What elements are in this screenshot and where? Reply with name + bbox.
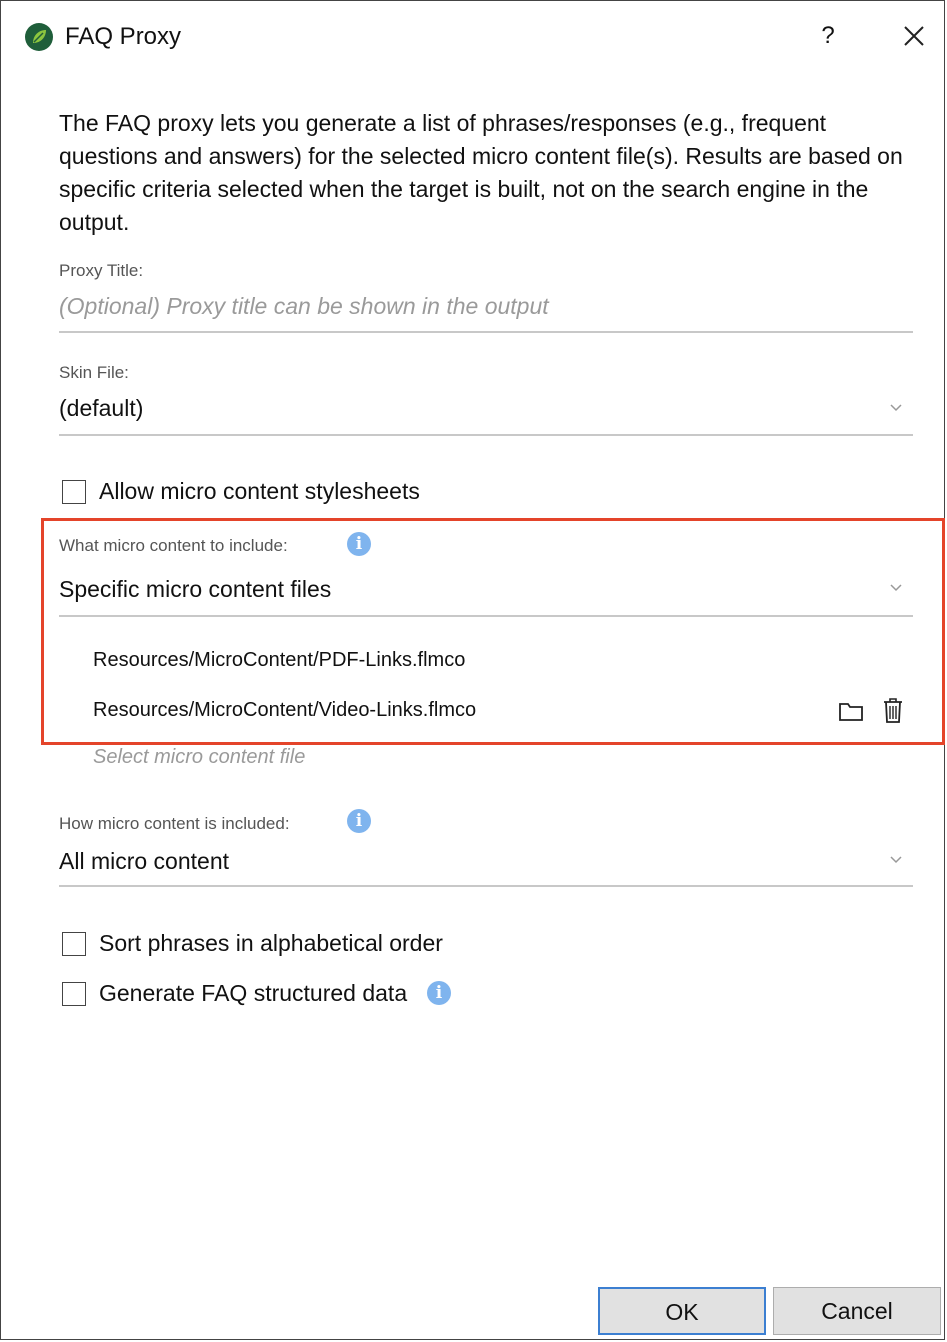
allow-stylesheets-label[interactable]: Allow micro content stylesheets (99, 478, 420, 505)
chevron-down-icon[interactable] (889, 403, 903, 413)
faq-proxy-dialog: FAQ Proxy ? The FAQ proxy lets you gener… (0, 0, 945, 1340)
sort-alphabetical-label[interactable]: Sort phrases in alphabetical order (99, 930, 443, 957)
micro-content-file-item[interactable]: Resources/MicroContent/Video-Links.flmco (93, 699, 476, 722)
proxy-title-underline (59, 331, 913, 333)
dialog-title: FAQ Proxy (65, 23, 182, 50)
info-icon[interactable]: i (347, 809, 371, 833)
chevron-down-icon[interactable] (889, 583, 903, 593)
folder-icon[interactable] (837, 697, 865, 725)
allow-stylesheets-checkbox[interactable] (62, 480, 86, 504)
close-icon[interactable] (897, 19, 931, 53)
cancel-button[interactable]: Cancel (773, 1287, 941, 1335)
sort-alphabetical-checkbox[interactable] (62, 932, 86, 956)
how-included-underline (59, 885, 913, 887)
proxy-title-input[interactable]: (Optional) Proxy title can be shown in t… (59, 293, 549, 320)
proxy-title-label: Proxy Title: (59, 261, 144, 280)
generate-structured-data-checkbox[interactable] (62, 982, 86, 1006)
trash-icon[interactable] (879, 695, 907, 723)
madcap-flare-leaf-icon (25, 23, 53, 51)
how-included-select[interactable]: All micro content (59, 848, 229, 875)
skin-file-label: Skin File: (59, 363, 129, 382)
micro-content-file-item[interactable]: Resources/MicroContent/PDF-Links.flmco (93, 649, 465, 672)
chevron-down-icon[interactable] (889, 855, 903, 865)
skin-file-select[interactable]: (default) (59, 395, 143, 422)
what-to-include-underline (59, 615, 913, 617)
how-included-label: How micro content is included: (59, 814, 290, 833)
select-micro-content-file-link[interactable]: Select micro content file (93, 746, 305, 769)
skin-file-underline (59, 434, 913, 436)
generate-structured-data-label[interactable]: Generate FAQ structured data (99, 980, 407, 1007)
info-icon[interactable]: i (347, 532, 371, 556)
what-to-include-label: What micro content to include: (59, 536, 288, 555)
ok-button[interactable]: OK (598, 1287, 766, 1335)
info-icon[interactable]: i (427, 981, 451, 1005)
title-bar: FAQ Proxy ? (1, 1, 944, 73)
what-to-include-select[interactable]: Specific micro content files (59, 576, 331, 603)
description-text: The FAQ proxy lets you generate a list o… (59, 110, 903, 235)
help-button[interactable]: ? (813, 19, 843, 53)
